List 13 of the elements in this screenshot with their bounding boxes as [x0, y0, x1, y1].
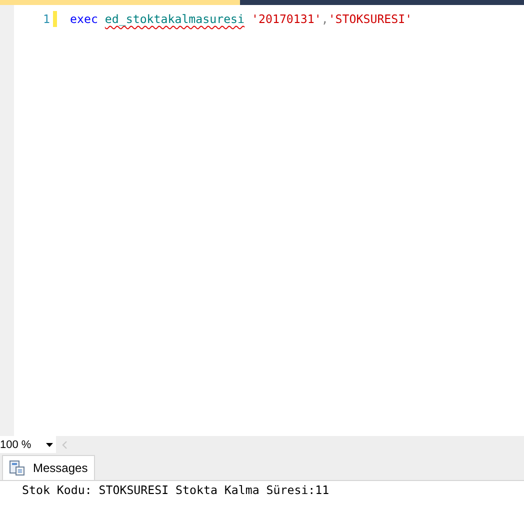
string-literal: '20170131'	[252, 12, 322, 26]
messages-tab[interactable]: Messages	[2, 455, 95, 480]
zoom-dropdown[interactable]: 100 %	[0, 436, 56, 453]
document-tab[interactable]	[0, 0, 240, 5]
message-text: Stok Kodu: STOKSURESI Stokta Kalma Süresi:11	[22, 483, 330, 497]
scroll-left-icon[interactable]	[62, 440, 67, 448]
messages-icon	[9, 460, 25, 476]
keyword: exec	[70, 12, 98, 26]
caret-icon	[46, 442, 53, 446]
string-literal: 'STOKSURESI'	[328, 12, 412, 26]
line-number: 1	[42, 12, 50, 26]
punctuation: ,	[321, 12, 328, 26]
identifier: ed_stoktakalmasuresi	[104, 12, 245, 26]
